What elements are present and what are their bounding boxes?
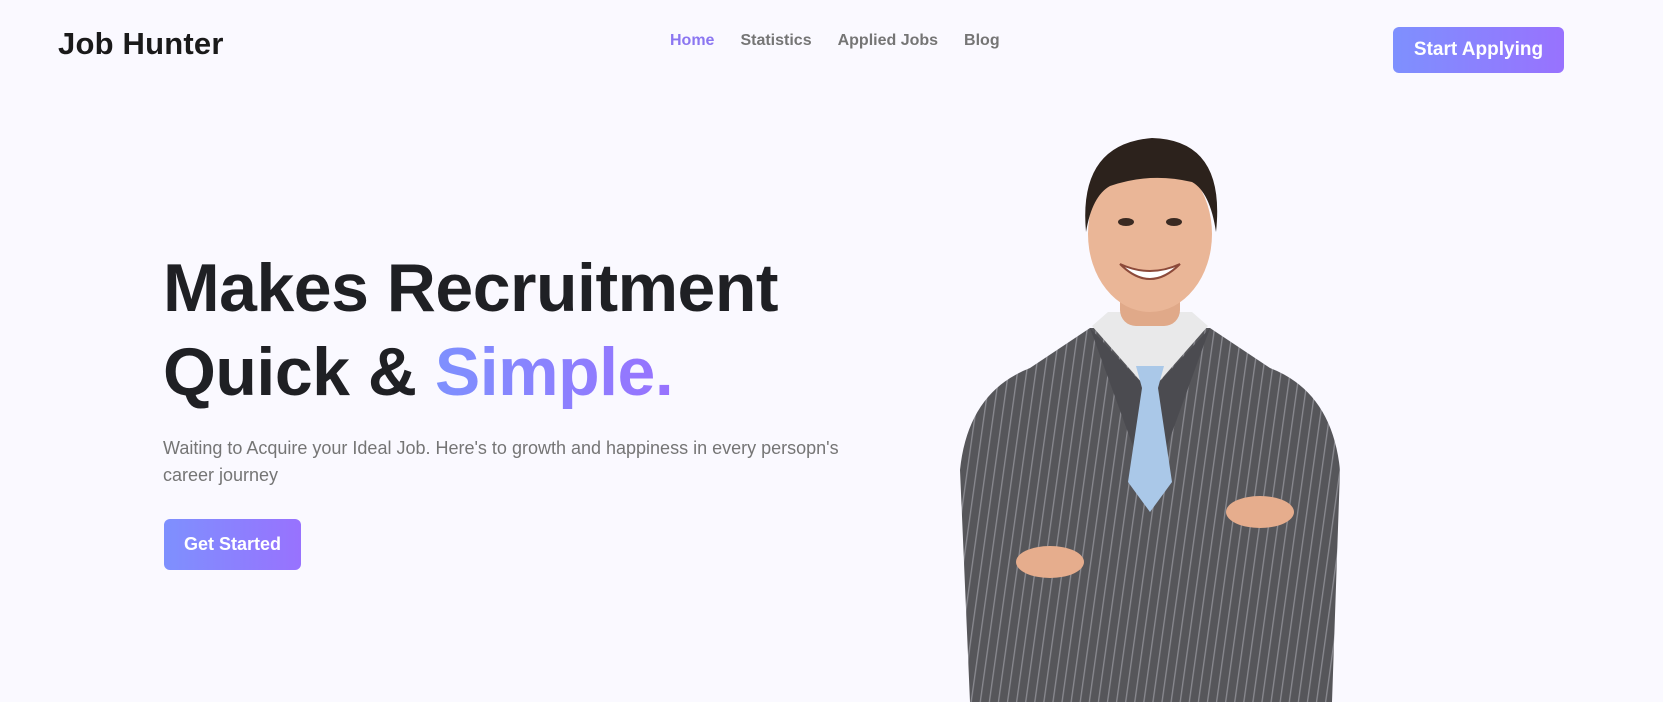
hero-person-image (960, 138, 1340, 702)
headline-accent: Simple. (434, 334, 674, 410)
get-started-button[interactable]: Get Started (164, 519, 301, 570)
headline-line-2-prefix: Quick & (163, 334, 435, 410)
nav-statistics[interactable]: Statistics (740, 32, 811, 50)
nav-applied-jobs[interactable]: Applied Jobs (838, 32, 938, 50)
hero-headline: Makes Recruitment Quick & Simple. (163, 246, 779, 414)
hero-subtitle: Waiting to Acquire your Ideal Job. Here'… (163, 438, 839, 485)
nav-home[interactable]: Home (670, 32, 714, 50)
nav-blog[interactable]: Blog (964, 32, 1000, 50)
site-logo[interactable]: Job Hunter (58, 26, 224, 62)
start-applying-button[interactable]: Start Applying (1393, 27, 1564, 73)
headline-line-1: Makes Recruitment (163, 250, 779, 326)
main-nav: Home Statistics Applied Jobs Blog (670, 32, 1000, 50)
